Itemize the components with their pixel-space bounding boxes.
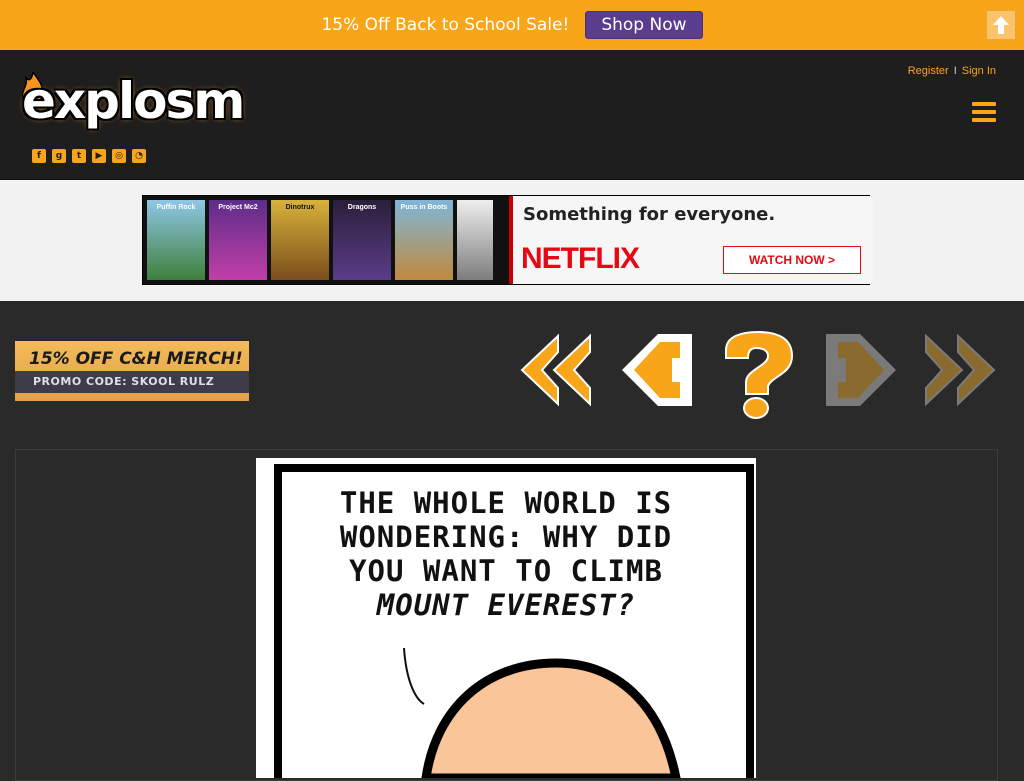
ad-thumbnails: Puffin Rock Project Mc2 Dinotrux Dragons…: [147, 200, 493, 280]
ad-band: Puffin Rock Project Mc2 Dinotrux Dragons…: [0, 180, 1024, 301]
merch-title: 15% OFF C&H MERCH!: [29, 349, 243, 369]
first-comic-icon[interactable]: [518, 330, 594, 420]
netflix-ad[interactable]: Puffin Rock Project Mc2 Dinotrux Dragons…: [142, 195, 873, 285]
rss-icon[interactable]: ◔: [132, 149, 146, 163]
ad-thumb[interactable]: Dragons: [333, 200, 391, 280]
arrow-up-icon: [993, 16, 1009, 34]
signin-link[interactable]: Sign In: [962, 65, 996, 77]
comic-image[interactable]: THE WHOLE WORLD IS WONDERING: WHY DID YO…: [256, 458, 756, 778]
promo-text: 15% Off Back to School Sale!: [321, 15, 570, 35]
shop-now-button[interactable]: Shop Now: [585, 11, 703, 39]
ad-thumb[interactable]: Dinotrux: [271, 200, 329, 280]
next-comic-icon[interactable]: [822, 330, 898, 420]
netflix-logo: NETFLIX: [521, 242, 640, 275]
twitter-icon[interactable]: t: [72, 149, 86, 163]
random-comic-icon[interactable]: [720, 330, 796, 420]
social-links: f g t ▶ ◎ ◔: [32, 149, 146, 163]
site-header: explosm f g t ▶ ◎ ◔ Register I Sign In: [0, 50, 1024, 180]
hamburger-menu-icon[interactable]: [972, 102, 996, 122]
google-plus-icon[interactable]: g: [52, 149, 66, 163]
merch-promo-code: PROMO CODE: SKOOL RULZ: [15, 371, 249, 393]
previous-comic-icon[interactable]: [620, 330, 696, 420]
register-link[interactable]: Register: [908, 65, 949, 77]
latest-comic-icon[interactable]: [922, 330, 998, 420]
ad-thumb[interactable]: Project Mc2: [209, 200, 267, 280]
ad-headline: Something for everyone.: [523, 204, 776, 225]
ad-thumb[interactable]: Puss in Boots: [395, 200, 453, 280]
facebook-icon[interactable]: f: [32, 149, 46, 163]
ad-right-panel: Something for everyone. NETFLIX WATCH NO…: [509, 196, 873, 284]
comic-character-head: [403, 647, 681, 778]
auth-separator: I: [953, 65, 957, 77]
ad-thumb[interactable]: [457, 200, 493, 280]
site-logo[interactable]: explosm: [22, 72, 245, 130]
scroll-top-button[interactable]: [986, 10, 1016, 40]
auth-links: Register I Sign In: [908, 65, 996, 77]
merch-promo-banner[interactable]: 15% OFF C&H MERCH! PROMO CODE: SKOOL RUL…: [15, 341, 249, 401]
ad-thumb[interactable]: Puffin Rock: [147, 200, 205, 280]
promo-bar: 15% Off Back to School Sale! Shop Now: [0, 0, 1024, 50]
youtube-icon[interactable]: ▶: [92, 149, 106, 163]
instagram-icon[interactable]: ◎: [112, 149, 126, 163]
watch-now-button[interactable]: WATCH NOW >: [723, 246, 861, 274]
